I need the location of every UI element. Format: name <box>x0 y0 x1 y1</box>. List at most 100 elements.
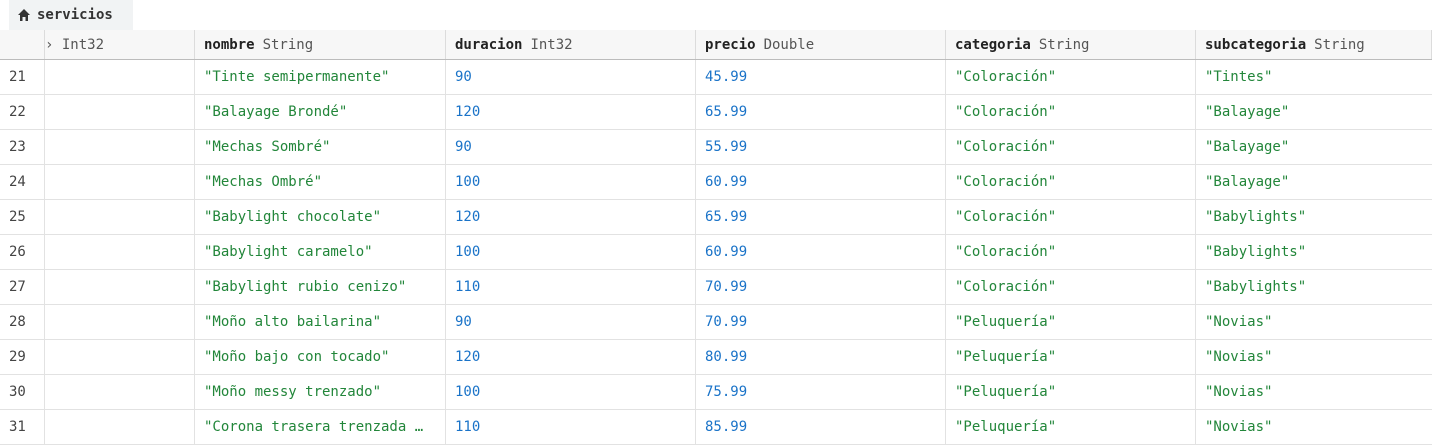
column-header-subcategoria[interactable]: subcategoria String <box>1196 30 1432 59</box>
cell-subcategoria[interactable]: "Novias" <box>1196 340 1432 374</box>
cell-nombre[interactable]: "Corona trasera trenzada … <box>195 410 446 444</box>
tab-label: servicios <box>37 7 113 23</box>
cell-duracion[interactable]: 120 <box>446 95 696 129</box>
cell-nombre[interactable]: "Babylight chocolate" <box>195 200 446 234</box>
row-index: 28 <box>0 305 45 339</box>
cell-duracion[interactable]: 100 <box>446 375 696 409</box>
row-index: 27 <box>0 270 45 304</box>
home-icon <box>17 8 31 22</box>
cell-categoria[interactable]: "Peluquería" <box>946 375 1196 409</box>
row-index: 25 <box>0 200 45 234</box>
row-index: 22 <box>0 95 45 129</box>
cell-id[interactable] <box>45 410 195 444</box>
cell-nombre[interactable]: "Babylight rubio cenizo" <box>195 270 446 304</box>
cell-categoria[interactable]: "Coloración" <box>946 95 1196 129</box>
cell-duracion[interactable]: 100 <box>446 165 696 199</box>
cell-categoria[interactable]: "Coloración" <box>946 130 1196 164</box>
cell-nombre[interactable]: "Mechas Ombré" <box>195 165 446 199</box>
table-row[interactable]: 24 "Mechas Ombré" 100 60.99 "Coloración" "Bal… <box>0 165 1432 200</box>
row-index: 24 <box>0 165 45 199</box>
cell-nombre[interactable]: "Tinte semipermanente" <box>195 60 446 94</box>
cell-duracion[interactable]: 110 <box>446 410 696 444</box>
cell-id[interactable] <box>45 95 195 129</box>
row-index: 29 <box>0 340 45 374</box>
table-row[interactable]: 21 "Tinte semipermanente" 90 45.99 "Coloraci… <box>0 60 1432 95</box>
tab-bar: servicios <box>0 0 1432 30</box>
header-row: › Int32 nombre String duracion Int32 pre… <box>0 30 1432 60</box>
cell-duracion[interactable]: 110 <box>446 270 696 304</box>
cell-subcategoria[interactable]: "Tintes" <box>1196 60 1432 94</box>
row-index: 30 <box>0 375 45 409</box>
cell-duracion[interactable]: 90 <box>446 130 696 164</box>
column-header-nombre[interactable]: nombre String <box>195 30 446 59</box>
cell-duracion[interactable]: 90 <box>446 305 696 339</box>
cell-precio[interactable]: 60.99 <box>696 235 946 269</box>
cell-categoria[interactable]: "Peluquería" <box>946 410 1196 444</box>
cell-precio[interactable]: 85.99 <box>696 410 946 444</box>
table-row[interactable]: 22 "Balayage Brondé" 120 65.99 "Coloración" "… <box>0 95 1432 130</box>
cell-subcategoria[interactable]: "Babylights" <box>1196 200 1432 234</box>
cell-id[interactable] <box>45 340 195 374</box>
cell-subcategoria[interactable]: "Balayage" <box>1196 95 1432 129</box>
cell-subcategoria[interactable]: "Novias" <box>1196 410 1432 444</box>
row-index: 23 <box>0 130 45 164</box>
column-header-id[interactable]: › Int32 <box>45 30 195 59</box>
cell-precio[interactable]: 65.99 <box>696 95 946 129</box>
cell-categoria[interactable]: "Coloración" <box>946 235 1196 269</box>
cell-id[interactable] <box>45 235 195 269</box>
cell-duracion[interactable]: 100 <box>446 235 696 269</box>
cell-categoria[interactable]: "Coloración" <box>946 165 1196 199</box>
column-header-precio[interactable]: precio Double <box>696 30 946 59</box>
cell-id[interactable] <box>45 165 195 199</box>
cell-categoria[interactable]: "Peluquería" <box>946 305 1196 339</box>
cell-categoria[interactable]: "Peluquería" <box>946 340 1196 374</box>
cell-id[interactable] <box>45 375 195 409</box>
cell-duracion[interactable]: 120 <box>446 200 696 234</box>
table-row[interactable]: 28 "Moño alto bailarina" 90 70.99 "Peluquerí… <box>0 305 1432 340</box>
column-header-categoria[interactable]: categoria String <box>946 30 1196 59</box>
cell-subcategoria[interactable]: "Babylights" <box>1196 270 1432 304</box>
table-row[interactable]: 27 "Babylight rubio cenizo" 110 70.99 "Color… <box>0 270 1432 305</box>
cell-id[interactable] <box>45 200 195 234</box>
cell-duracion[interactable]: 90 <box>446 60 696 94</box>
cell-subcategoria[interactable]: "Babylights" <box>1196 235 1432 269</box>
cell-precio[interactable]: 45.99 <box>696 60 946 94</box>
cell-precio[interactable]: 70.99 <box>696 270 946 304</box>
cell-precio[interactable]: 80.99 <box>696 340 946 374</box>
table-row[interactable]: 26 "Babylight caramelo" 100 60.99 "Coloració… <box>0 235 1432 270</box>
cell-id[interactable] <box>45 270 195 304</box>
cell-precio[interactable]: 60.99 <box>696 165 946 199</box>
cell-nombre[interactable]: "Babylight caramelo" <box>195 235 446 269</box>
cell-subcategoria[interactable]: "Balayage" <box>1196 130 1432 164</box>
row-index-header <box>0 30 45 59</box>
table-row[interactable]: 23 "Mechas Sombré" 90 55.99 "Coloración" "Bal… <box>0 130 1432 165</box>
cell-nombre[interactable]: "Moño messy trenzado" <box>195 375 446 409</box>
cell-categoria[interactable]: "Coloración" <box>946 200 1196 234</box>
table-row[interactable]: 29 "Moño bajo con tocado" 120 80.99 "Peluque… <box>0 340 1432 375</box>
cell-subcategoria[interactable]: "Novias" <box>1196 305 1432 339</box>
cell-id[interactable] <box>45 305 195 339</box>
table-row[interactable]: 30 "Moño messy trenzado" 100 75.99 "Peluquer… <box>0 375 1432 410</box>
cell-nombre[interactable]: "Balayage Brondé" <box>195 95 446 129</box>
cell-nombre[interactable]: "Mechas Sombré" <box>195 130 446 164</box>
cell-categoria[interactable]: "Coloración" <box>946 270 1196 304</box>
cell-id[interactable] <box>45 130 195 164</box>
cell-nombre[interactable]: "Moño alto bailarina" <box>195 305 446 339</box>
cell-subcategoria[interactable]: "Balayage" <box>1196 165 1432 199</box>
cell-precio[interactable]: 75.99 <box>696 375 946 409</box>
cell-categoria[interactable]: "Coloración" <box>946 60 1196 94</box>
row-index: 31 <box>0 410 45 444</box>
tab-servicios[interactable]: servicios <box>9 0 133 30</box>
rows-container: 21 "Tinte semipermanente" 90 45.99 "Coloraci… <box>0 60 1432 445</box>
cell-nombre[interactable]: "Moño bajo con tocado" <box>195 340 446 374</box>
cell-id[interactable] <box>45 60 195 94</box>
cell-duracion[interactable]: 120 <box>446 340 696 374</box>
table-row[interactable]: 31 "Corona trasera trenzada … 110 85.99 "Pel… <box>0 410 1432 445</box>
cell-precio[interactable]: 55.99 <box>696 130 946 164</box>
cell-precio[interactable]: 65.99 <box>696 200 946 234</box>
cell-subcategoria[interactable]: "Novias" <box>1196 375 1432 409</box>
cell-precio[interactable]: 70.99 <box>696 305 946 339</box>
column-header-duracion[interactable]: duracion Int32 <box>446 30 696 59</box>
row-index: 21 <box>0 60 45 94</box>
table-row[interactable]: 25 "Babylight chocolate" 120 65.99 "Coloraci… <box>0 200 1432 235</box>
